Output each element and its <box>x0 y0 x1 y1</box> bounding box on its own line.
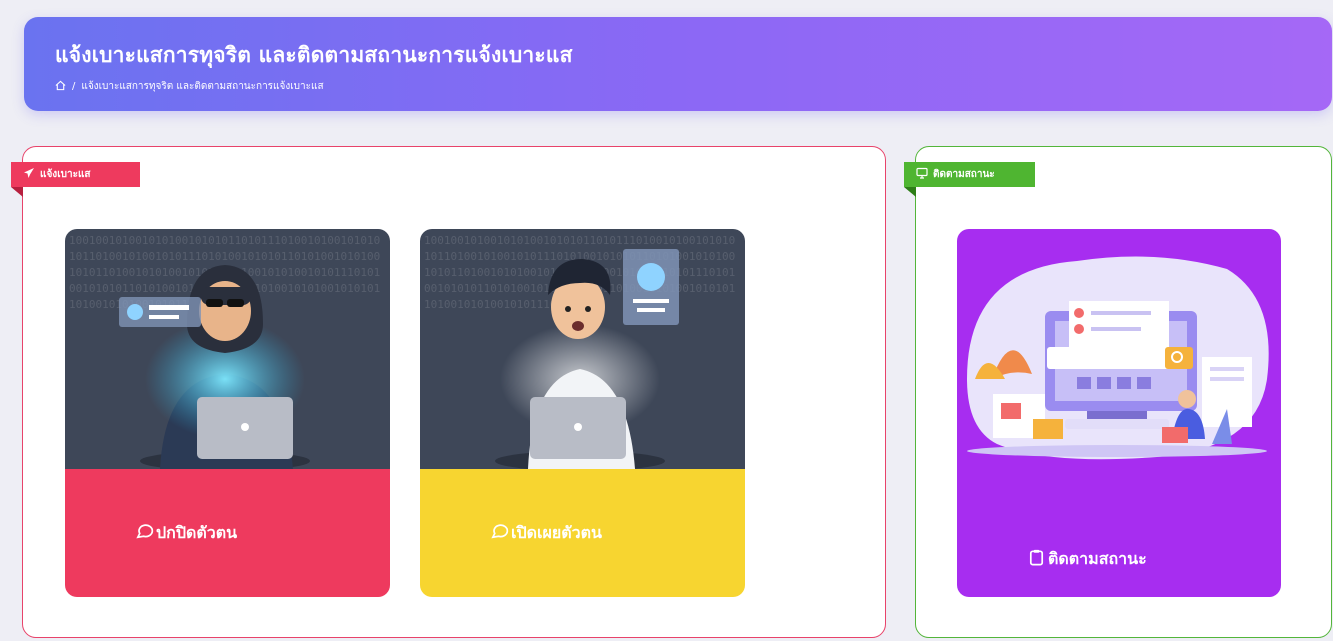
report-ribbon-label: แจ้งเบาะแส <box>40 169 91 180</box>
anonymous-report-card[interactable]: 1001001010010101001010101101011101001010… <box>65 229 390 597</box>
track-panel: ติดตามสถานะ ติดตามสถานะ <box>904 146 1332 638</box>
breadcrumb-separator: / <box>72 81 76 92</box>
track-ribbon: ติดตามสถานะ <box>904 162 1035 197</box>
home-icon[interactable] <box>55 80 66 94</box>
track-ribbon-label: ติดตามสถานะ <box>933 169 995 180</box>
track-status-label: ติดตามสถานะ <box>1048 548 1147 568</box>
page-title: แจ้งเบาะแสการทุจริต และติดตามสถานะการแจ้… <box>55 43 573 67</box>
report-ribbon: แจ้งเบาะแส <box>11 162 140 197</box>
track-status-card[interactable]: ติดตามสถานะ <box>957 229 1281 597</box>
monitor-icon <box>916 167 928 182</box>
breadcrumb: / แจ้งเบาะแสการทุจริต และติดตามสถานะการแ… <box>55 79 1332 94</box>
hacker-illustration: 1001001010010101001010101101011101001010… <box>65 229 390 469</box>
chat-bubble-icon <box>490 522 511 545</box>
anonymous-report-label: ปกปิดตัวตน <box>156 522 238 542</box>
track-status-button[interactable]: ติดตามสถานะ <box>957 519 1281 597</box>
paper-plane-icon <box>23 167 35 182</box>
report-panel: แจ้งเบาะแส 10010010100101010010101011010… <box>11 146 886 638</box>
open-identity-report-label: เปิดเผยตัวตน <box>511 522 602 542</box>
clipboard-icon <box>1027 548 1048 571</box>
page-header: แจ้งเบาะแสการทุจริต และติดตามสถานะการแจ้… <box>24 17 1332 111</box>
open-identity-report-button[interactable]: เปิดเผยตัวตน <box>420 469 745 597</box>
open-identity-report-card[interactable]: 1001001010010101001010101101011101001010… <box>420 229 745 597</box>
computer-illustration <box>967 256 1269 460</box>
chat-bubble-icon <box>135 522 156 545</box>
person-illustration: 1001001010010101001010101101011101001010… <box>420 229 745 469</box>
breadcrumb-current: แจ้งเบาะแสการทุจริต และติดตามสถานะการแจ้… <box>81 81 324 92</box>
anonymous-report-button[interactable]: ปกปิดตัวตน <box>65 469 390 597</box>
